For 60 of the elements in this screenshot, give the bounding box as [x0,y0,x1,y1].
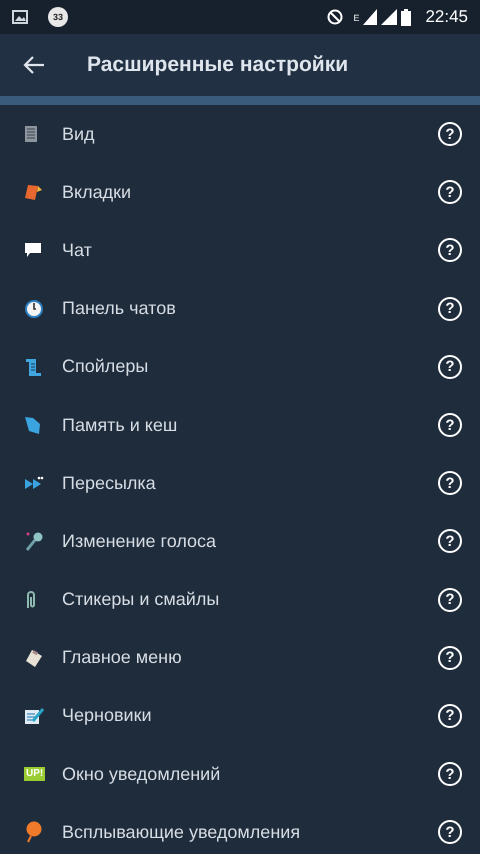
notification-badge: 33 [48,7,68,27]
help-icon[interactable]: ? [438,646,462,670]
item-label: Вид [62,124,96,145]
help-icon[interactable]: ? [438,529,462,554]
item-label: Память и кеш [62,414,178,436]
help-icon[interactable]: ? [438,238,462,262]
settings-item[interactable]: Главное меню ? [0,628,480,687]
paperclip-icon [24,590,38,610]
clock-time: 22:45 [425,7,468,27]
help-icon[interactable]: ? [438,296,462,321]
item-label: Всплывающие уведомления [62,822,302,843]
signal-icon [363,9,378,25]
clipboard-icon [24,648,44,668]
settings-item[interactable]: UP! Окно уведомлений ? [0,745,480,804]
item-label: Окно уведомлений [62,764,222,785]
settings-item[interactable]: Пересылка ? [0,454,480,512]
help-icon[interactable]: ? [438,704,462,728]
newspaper-icon [24,125,38,144]
settings-item[interactable]: Память и кеш ? [0,396,480,454]
chat-bubble-icon [24,242,42,258]
network-type: E [353,13,360,23]
help-icon[interactable]: ? [438,820,462,844]
item-label: Вкладки [62,182,132,203]
microphone-icon [24,531,44,552]
settings-item[interactable]: Черновики ? [0,686,480,746]
screen-title: Расширенные настройки [87,53,348,77]
item-label: Спойлеры [62,356,150,378]
item-label: Панель чатов [62,298,177,320]
blocked-icon [327,9,344,25]
book-icon [24,183,44,202]
settings-item[interactable]: Вкладки ? [0,163,480,222]
settings-item[interactable]: Чат ? [0,221,480,280]
battery-icon [401,8,412,26]
settings-item[interactable]: Спойлеры ? [0,338,480,396]
scroll-icon [24,356,42,377]
help-icon[interactable]: ? [438,471,462,496]
help-icon[interactable]: ? [438,413,462,438]
settings-item[interactable]: Стикеры и смайлы ? [0,570,480,629]
settings-item[interactable]: Всплывающие уведомления ? [0,803,480,854]
help-icon[interactable]: ? [438,354,462,379]
clock-icon [24,298,44,319]
help-icon[interactable]: ? [438,762,462,786]
help-icon[interactable]: ? [438,588,462,612]
item-label: Пересылка [62,472,157,494]
image-icon [12,10,28,24]
fast-forward-icon [24,476,44,490]
item-label: Главное меню [62,647,183,668]
help-icon[interactable]: ? [438,122,462,146]
item-label: Черновики [62,705,153,726]
item-label: Изменение голоса [62,530,218,552]
up-badge-icon: UP! [24,767,46,782]
notepad-pen-icon [24,706,46,726]
settings-item[interactable]: Изменение голоса ? [0,512,480,570]
item-label: Чат [62,240,93,261]
help-icon[interactable]: ? [438,180,462,204]
settings-item[interactable]: Вид ? [0,105,480,164]
settings-item[interactable]: Панель чатов ? [0,280,480,338]
balloon-icon [24,821,42,844]
signal-icon [381,9,398,25]
item-label: Стикеры и смайлы [62,589,220,610]
